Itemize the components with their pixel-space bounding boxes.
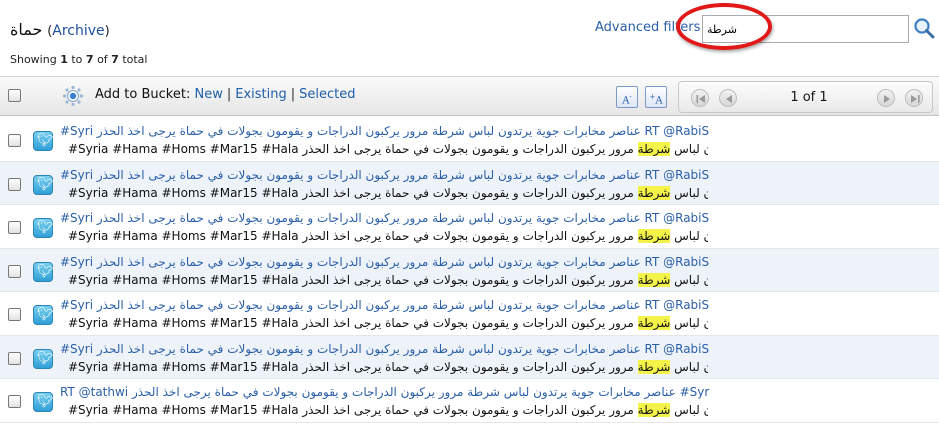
search-highlight: شرطة xyxy=(637,316,671,330)
results-list: 🐦︎ #Syri عناصر مخابرات جوية يرتدون لباس ش… xyxy=(0,118,939,423)
table-row[interactable]: 🐦︎ #Syri عناصر مخابرات جوية يرتدون لباس ش… xyxy=(0,205,939,249)
search-input[interactable] xyxy=(703,16,908,42)
twitter-bird-icon: 🐦︎ xyxy=(33,218,54,238)
tweet-headline[interactable]: #Syri عناصر مخابرات جوية يرتدون لباس شرط… xyxy=(60,342,710,356)
table-row[interactable]: 🐦︎ #Syri عناصر مخابرات جوية يرتدون لباس ش… xyxy=(0,335,939,379)
search-highlight: شرطة xyxy=(637,403,671,417)
tweet-text: #Syria #Hama #Homs #Mar15 #Hala ات جوية … xyxy=(68,185,708,200)
table-row[interactable]: 🐦︎ #Syri عناصر مخابرات جوية يرتدون لباس ش… xyxy=(0,161,939,205)
row-checkbox[interactable] xyxy=(8,221,21,234)
tweet-text: #Syria #Hama #Homs #Mar15 #Hala ات جوية … xyxy=(68,142,708,156)
tweet-headline[interactable]: #Syri عناصر مخابرات جوية يرتدون لباس شرط… xyxy=(60,124,710,138)
search-highlight: شرطة xyxy=(637,185,671,200)
bucket-new-link[interactable]: New xyxy=(194,87,222,102)
twitter-bird-icon: 🐦︎ xyxy=(33,131,54,151)
tweet-text: #Syria #Hama #Homs #Mar15 #Hala ات جوية … xyxy=(68,272,708,287)
tweet-text: #Syria #Hama #Homs #Mar15 #Hala ات جوية … xyxy=(68,316,708,330)
table-row[interactable]: 🐦︎ #Syri عناصر مخابرات جوية يرتدون لباس ش… xyxy=(0,118,939,162)
twitter-bird-icon: 🐦︎ xyxy=(33,392,54,412)
add-to-bucket: Add to Bucket: New | Existing | Selected xyxy=(95,87,356,102)
row-checkbox[interactable] xyxy=(8,308,21,321)
font-increase-button[interactable]: +A xyxy=(645,86,667,108)
page-indicator: 1 of 1 xyxy=(790,90,828,105)
page-title: حماة (Archive) xyxy=(10,20,110,39)
search-highlight: شرطة xyxy=(637,272,671,287)
pager: 1 of 1 xyxy=(678,81,933,113)
search-highlight: شرطة xyxy=(637,142,671,156)
search-box xyxy=(702,15,909,43)
magnifier-icon[interactable] xyxy=(913,17,935,39)
tweet-headline[interactable]: #Syri عناصر مخابرات جوية يرتدون لباس شرط… xyxy=(60,298,710,312)
archive-link[interactable]: Archive xyxy=(52,23,104,39)
row-checkbox[interactable] xyxy=(8,177,21,191)
bucket-selected-link[interactable]: Selected xyxy=(299,87,355,102)
row-checkbox[interactable] xyxy=(8,351,21,365)
twitter-bird-icon: 🐦︎ xyxy=(33,305,54,325)
next-page-icon[interactable] xyxy=(877,89,895,107)
first-page-icon[interactable] xyxy=(691,89,709,107)
table-row[interactable]: 🐦︎ RT @tathwi عناصر مخابرات جوية يرتدون ل… xyxy=(0,379,939,423)
tweet-text: #Syria #Hama #Homs #Mar15 #Hala ات جوية … xyxy=(68,359,708,374)
table-row[interactable]: 🐦︎ #Syri عناصر مخابرات جوية يرتدون لباس ش… xyxy=(0,248,939,292)
tweet-text: #Syria #Hama #Homs #Mar15 #Hala ات جوية … xyxy=(68,403,708,417)
twitter-bird-icon: 🐦︎ xyxy=(33,348,54,369)
search-highlight: شرطة xyxy=(637,359,671,374)
twitter-bird-icon: 🐦︎ xyxy=(33,261,54,282)
toolbar: Add to Bucket: New | Existing | Selected A- … xyxy=(0,76,939,116)
select-all-checkbox[interactable] xyxy=(8,89,21,102)
tweet-headline[interactable]: RT @tathwi عناصر مخابرات جوية يرتدون لبا… xyxy=(60,385,710,399)
tweet-headline[interactable]: #Syri عناصر مخابرات جوية يرتدون لباس شرط… xyxy=(60,168,710,182)
results-count: Showing 1 to 7 of 7 total xyxy=(10,53,148,66)
bucket-existing-link[interactable]: Existing xyxy=(235,87,287,102)
table-row[interactable]: 🐦︎ #Syri عناصر مخابرات جوية يرتدون لباس ش… xyxy=(0,292,939,336)
tweet-headline[interactable]: #Syri عناصر مخابرات جوية يرتدون لباس شرط… xyxy=(60,255,710,269)
font-decrease-button[interactable]: A- xyxy=(616,86,638,108)
gear-bucket-icon xyxy=(62,85,84,107)
twitter-bird-icon: 🐦︎ xyxy=(33,174,54,195)
tweet-headline[interactable]: #Syri عناصر مخابرات جوية يرتدون لباس شرط… xyxy=(60,211,710,225)
search-highlight: شرطة xyxy=(637,229,671,243)
last-page-icon[interactable] xyxy=(905,89,923,107)
row-checkbox[interactable] xyxy=(8,264,21,278)
row-checkbox[interactable] xyxy=(8,134,21,147)
row-checkbox[interactable] xyxy=(8,395,21,408)
title-arabic: حماة xyxy=(10,20,43,39)
tweet-text: #Syria #Hama #Homs #Mar15 #Hala ات جوية … xyxy=(68,229,708,243)
page-header: حماة (Archive) Showing 1 to 7 of 7 total… xyxy=(0,0,939,76)
prev-page-icon[interactable] xyxy=(719,89,737,107)
advanced-filters-link[interactable]: Advanced filters xyxy=(595,20,700,35)
